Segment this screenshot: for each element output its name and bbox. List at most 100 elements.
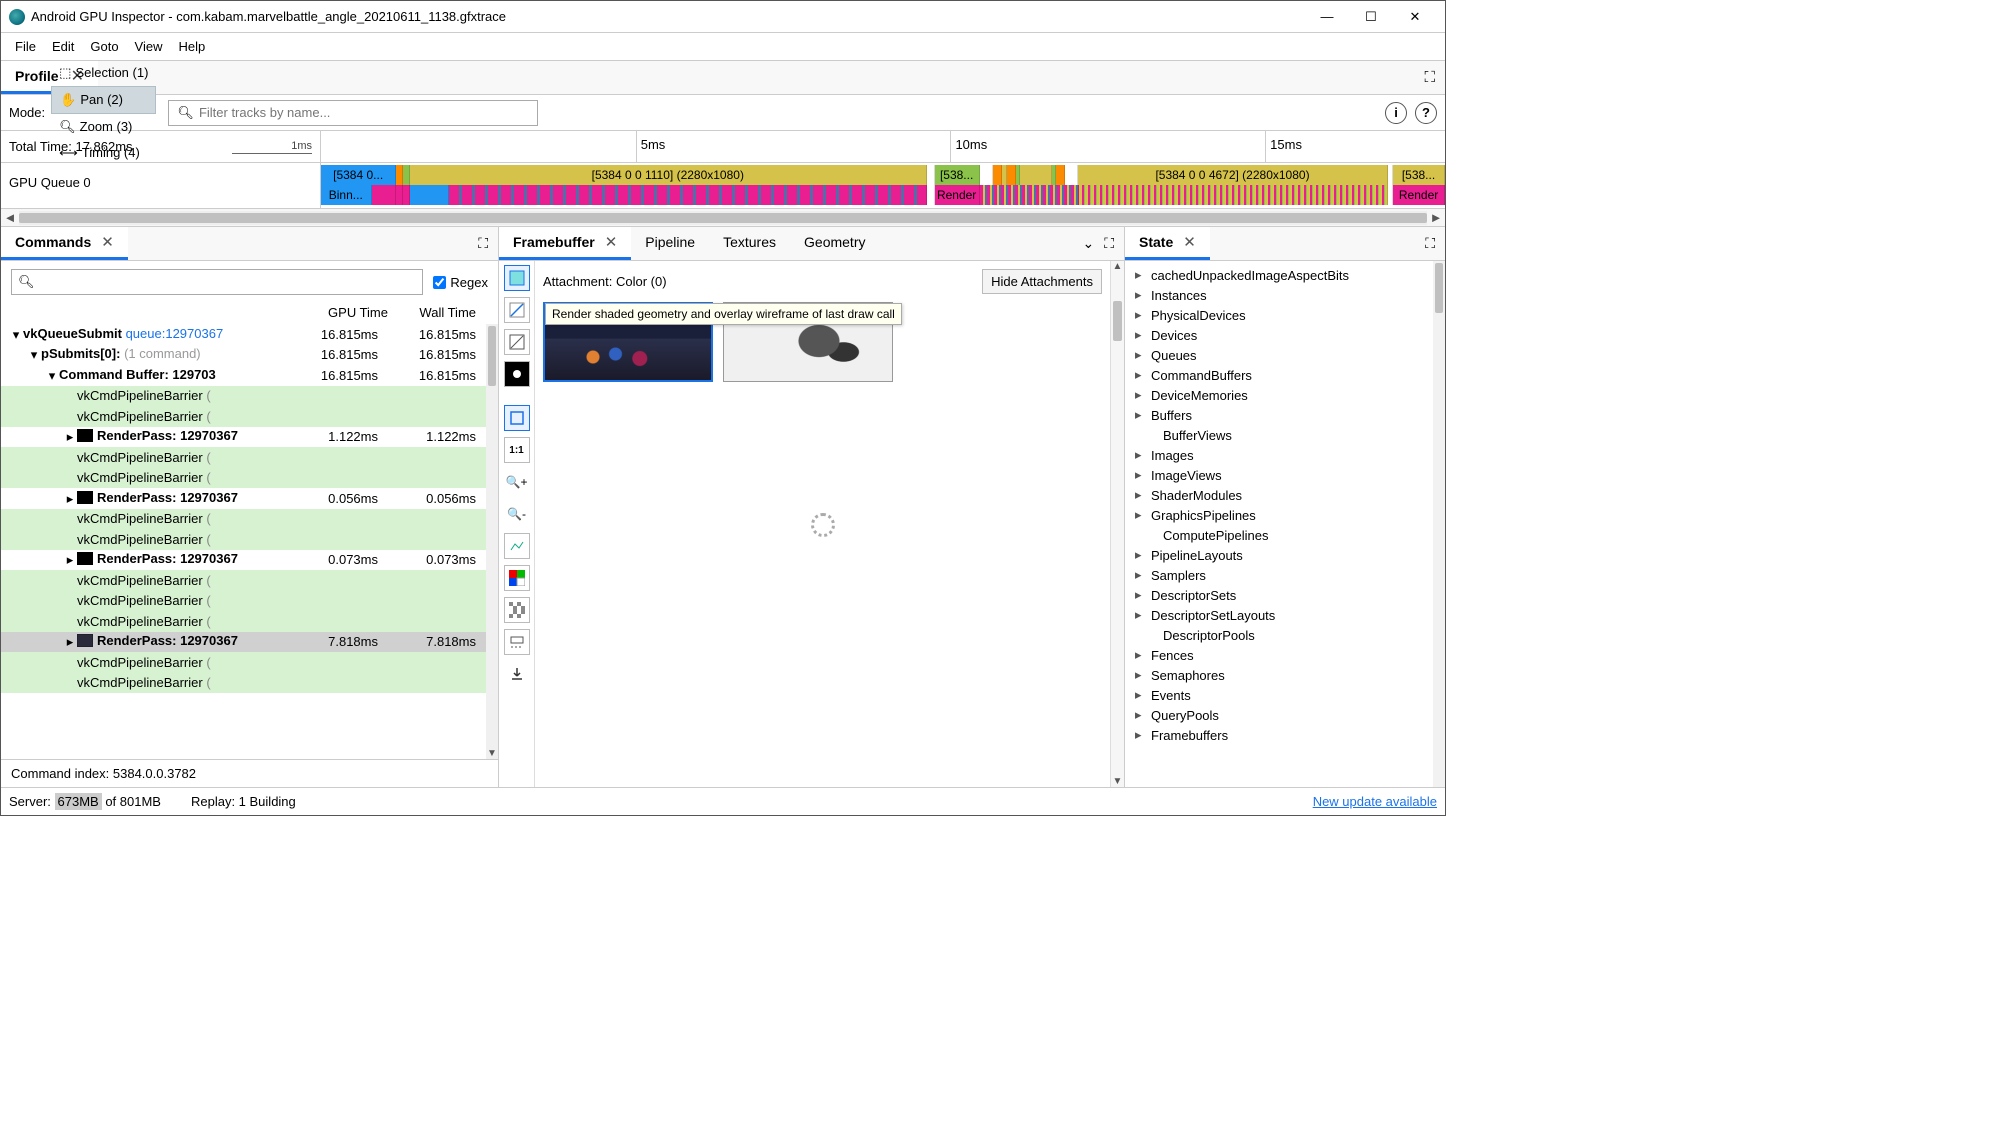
command-row[interactable]: ▾vkQueueSubmit queue:1297036716.815ms16.…: [1, 324, 486, 345]
minimize-button[interactable]: —: [1305, 2, 1349, 32]
tab-framebuffer[interactable]: Framebuffer✕: [499, 227, 631, 260]
thumbnail-color[interactable]: 0: Color: [543, 302, 713, 382]
timeline-segment[interactable]: [980, 185, 1079, 205]
close-button[interactable]: ✕: [1393, 2, 1437, 32]
state-item[interactable]: ▸Buffers: [1131, 405, 1429, 425]
zoom-out-icon[interactable]: 🔍-: [504, 501, 530, 527]
menu-goto[interactable]: Goto: [82, 35, 126, 58]
tool-zoom-actual[interactable]: 1:1: [504, 437, 530, 463]
download-icon[interactable]: [504, 661, 530, 687]
state-item[interactable]: ▸DescriptorSetLayouts: [1131, 605, 1429, 625]
timeline-segment[interactable]: [538...: [1393, 165, 1445, 185]
tab-commands[interactable]: Commands ✕: [1, 227, 128, 260]
state-item[interactable]: ▸Devices: [1131, 325, 1429, 345]
timeline-tracks[interactable]: GPU Queue 0 [5384 0...[5384 0 0 1110] (2…: [1, 163, 1445, 209]
state-item[interactable]: ▸DeviceMemories: [1131, 385, 1429, 405]
timeline-segment[interactable]: Render: [1393, 185, 1445, 205]
zoom-in-icon[interactable]: 🔍+: [504, 469, 530, 495]
mode-button[interactable]: ✋ Pan (2): [51, 86, 156, 114]
menu-file[interactable]: File: [7, 35, 44, 58]
state-item[interactable]: ▸Samplers: [1131, 565, 1429, 585]
timeline-segment[interactable]: [396, 185, 403, 205]
info-icon[interactable]: i: [1385, 102, 1407, 124]
state-item[interactable]: ▸Queues: [1131, 345, 1429, 365]
state-item[interactable]: ▸Framebuffers: [1131, 725, 1429, 745]
state-scrollbar[interactable]: [1433, 261, 1445, 787]
state-item[interactable]: ▸Instances: [1131, 285, 1429, 305]
timeline-segment[interactable]: [5384 0...: [321, 165, 396, 185]
timeline-segment[interactable]: Binn...: [321, 185, 372, 205]
command-row[interactable]: ▸RenderPass: 129703677.818ms7.818ms: [1, 632, 486, 653]
timeline-segment[interactable]: [1007, 165, 1016, 185]
tool-overdraw[interactable]: [504, 361, 530, 387]
state-item[interactable]: ▸GraphicsPipelines: [1131, 505, 1429, 525]
state-item[interactable]: ▸ImageViews: [1131, 465, 1429, 485]
command-row[interactable]: vkCmdPipelineBarrier (: [1, 591, 486, 612]
tool-render-shaded[interactable]: [504, 265, 530, 291]
command-row[interactable]: vkCmdPipelineBarrier (: [1, 652, 486, 673]
state-item[interactable]: ▸ShaderModules: [1131, 485, 1429, 505]
state-item[interactable]: ▸Images: [1131, 445, 1429, 465]
timeline-segment[interactable]: [1065, 165, 1078, 185]
command-row[interactable]: ▾Command Buffer: 12970316.815ms16.815ms: [1, 365, 486, 386]
tab-state[interactable]: State ✕: [1125, 227, 1210, 260]
timeline-segment[interactable]: [396, 165, 403, 185]
fullscreen-icon[interactable]: ⛶: [1104, 235, 1114, 252]
command-row[interactable]: ▸RenderPass: 129703671.122ms1.122ms: [1, 427, 486, 448]
update-link[interactable]: New update available: [1313, 794, 1437, 809]
state-item[interactable]: ▸cachedUnpackedImageAspectBits: [1131, 265, 1429, 285]
command-row[interactable]: vkCmdPipelineBarrier (: [1, 406, 486, 427]
tab-pipeline[interactable]: Pipeline: [631, 227, 709, 260]
close-icon[interactable]: ✕: [1183, 233, 1196, 251]
fullscreen-icon[interactable]: ⛶: [1424, 69, 1435, 86]
timeline-segment[interactable]: [980, 165, 993, 185]
maximize-button[interactable]: ☐: [1349, 2, 1393, 32]
state-item[interactable]: DescriptorPools: [1131, 625, 1429, 645]
tool-render-overlay[interactable]: [504, 329, 530, 355]
regex-checkbox[interactable]: Regex: [433, 275, 488, 290]
timeline-segment[interactable]: [1079, 185, 1388, 205]
command-row[interactable]: vkCmdPipelineBarrier (: [1, 529, 486, 550]
menu-view[interactable]: View: [127, 35, 171, 58]
command-row[interactable]: vkCmdPipelineBarrier (: [1, 386, 486, 407]
timeline-segment[interactable]: [372, 185, 397, 205]
menu-help[interactable]: Help: [171, 35, 214, 58]
state-item[interactable]: ▸QueryPools: [1131, 705, 1429, 725]
timeline-scrollbar[interactable]: ◄ ►: [1, 209, 1445, 227]
mode-button[interactable]: ⬚ Selection (1): [51, 60, 156, 86]
state-item[interactable]: ▸Semaphores: [1131, 665, 1429, 685]
timeline-segment[interactable]: Render: [935, 185, 980, 205]
timeline-segment[interactable]: [403, 165, 410, 185]
close-icon[interactable]: ✕: [101, 233, 114, 251]
command-row[interactable]: ▸RenderPass: 129703670.056ms0.056ms: [1, 488, 486, 509]
state-item[interactable]: ▸PhysicalDevices: [1131, 305, 1429, 325]
state-item[interactable]: ▸PipelineLayouts: [1131, 545, 1429, 565]
tool-zoom-fit[interactable]: [504, 405, 530, 431]
state-item[interactable]: ▸Fences: [1131, 645, 1429, 665]
tool-checker[interactable]: [504, 597, 530, 623]
state-item[interactable]: ▸DescriptorSets: [1131, 585, 1429, 605]
timeline-segment[interactable]: [927, 185, 935, 205]
command-row[interactable]: ▸RenderPass: 129703670.073ms0.073ms: [1, 550, 486, 571]
command-row[interactable]: vkCmdPipelineBarrier (: [1, 509, 486, 530]
timeline-segment[interactable]: [1020, 165, 1051, 185]
tab-textures[interactable]: Textures: [709, 227, 790, 260]
commands-search-input[interactable]: [35, 275, 417, 290]
fullscreen-icon[interactable]: ⛶: [1425, 235, 1435, 252]
filter-tracks-input[interactable]: [199, 105, 529, 120]
command-row[interactable]: vkCmdPipelineBarrier (: [1, 673, 486, 694]
scroll-down-icon[interactable]: ▼: [486, 748, 498, 759]
command-row[interactable]: vkCmdPipelineBarrier (: [1, 468, 486, 489]
scroll-left-icon[interactable]: ◄: [1, 210, 19, 225]
timeline-segment[interactable]: [5384 0 0 1110] (2280x1080): [410, 165, 927, 185]
timeline-segment[interactable]: [993, 165, 1002, 185]
tool-channels[interactable]: [504, 565, 530, 591]
menu-edit[interactable]: Edit: [44, 35, 82, 58]
regex-checkbox-box[interactable]: [433, 276, 446, 289]
timeline-segment[interactable]: [1056, 165, 1065, 185]
framebuffer-scrollbar[interactable]: ▲ ▼: [1110, 261, 1124, 787]
command-row[interactable]: ▾pSubmits[0]: (1 command)16.815ms16.815m…: [1, 345, 486, 366]
timeline-segment[interactable]: [538...: [935, 165, 980, 185]
command-row[interactable]: vkCmdPipelineBarrier (: [1, 611, 486, 632]
commands-search[interactable]: 🔍︎: [11, 269, 423, 295]
